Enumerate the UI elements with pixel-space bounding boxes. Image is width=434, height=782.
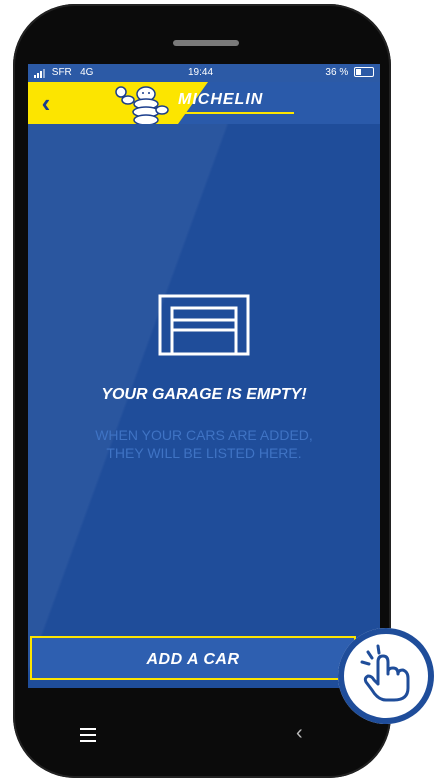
screen-glare (28, 64, 380, 688)
app-header: ‹ MICHELIN (28, 82, 380, 124)
empty-title: YOUR GARAGE IS EMPTY! (101, 386, 307, 403)
logo-underline (180, 112, 294, 114)
back-button[interactable]: ‹ (32, 86, 60, 120)
network-type: 4G (80, 67, 94, 78)
empty-subtitle: WHEN YOUR CARS ARE ADDED, THEY WILL BE L… (95, 427, 313, 461)
hamburger-menu-icon[interactable] (80, 728, 96, 742)
battery-icon (354, 67, 374, 78)
michelin-man-icon (115, 86, 169, 124)
back-chevron-icon[interactable]: ‹ (296, 722, 303, 745)
phone-speaker (173, 40, 239, 46)
app-screen: SFR 4G 19:44 36 % ‹ MICHELIN YOUR GARAGE… (28, 64, 380, 688)
add-car-button[interactable]: ADD A CAR (30, 636, 356, 680)
status-time: 19:44 (188, 67, 214, 78)
carrier-name: SFR (51, 67, 72, 78)
battery-level (356, 69, 362, 76)
status-bar: SFR 4G 19:44 36 % (28, 64, 380, 82)
android-nav-bar: ‹ (28, 700, 380, 770)
status-battery: 36 % (325, 67, 374, 78)
michelin-logo: MICHELIN (178, 91, 264, 108)
battery-percent: 36 % (325, 67, 349, 78)
tap-hand-icon (340, 630, 432, 722)
tap-gesture-badge (338, 628, 434, 724)
status-carrier: SFR 4G (34, 67, 93, 78)
signal-icon (34, 67, 46, 78)
garage-door-icon (158, 294, 250, 356)
